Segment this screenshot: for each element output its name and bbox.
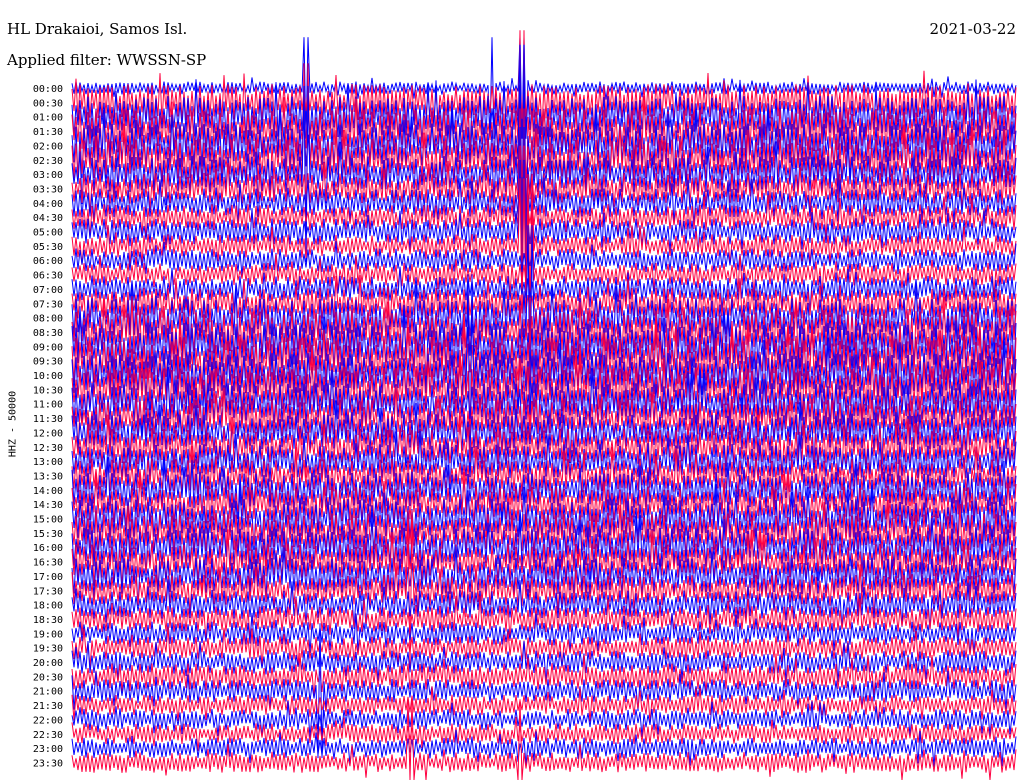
time-label: 08:30 (33, 328, 63, 339)
time-label: 15:30 (33, 529, 63, 540)
time-label: 18:00 (33, 601, 63, 612)
time-label: 01:30 (33, 127, 63, 138)
time-label: 07:00 (33, 285, 63, 296)
time-label: 15:00 (33, 515, 63, 526)
time-label: 18:30 (33, 615, 63, 626)
time-label: 14:00 (33, 486, 63, 497)
time-label: 00:00 (33, 84, 63, 95)
time-label: 06:00 (33, 256, 63, 267)
time-label: 23:00 (33, 744, 63, 755)
time-label: 12:00 (33, 428, 63, 439)
time-label: 02:00 (33, 141, 63, 152)
time-label: 13:30 (33, 471, 63, 482)
time-label: 14:30 (33, 500, 63, 511)
time-label: 16:00 (33, 543, 63, 554)
time-label: 23:30 (33, 758, 63, 769)
time-label: 19:30 (33, 644, 63, 655)
time-label: 10:30 (33, 385, 63, 396)
time-label: 20:00 (33, 658, 63, 669)
time-label: 09:00 (33, 342, 63, 353)
trace-layer (71, 30, 1017, 780)
time-label: 05:00 (33, 228, 63, 239)
time-label: 07:30 (33, 299, 63, 310)
time-label: 20:30 (33, 672, 63, 683)
time-label: 09:30 (33, 357, 63, 368)
helicorder-plot: 00:00 00:30 01:00 01:30 02:00 02:30 03:00 03:30… (33, 30, 1017, 780)
time-label: 16:30 (33, 558, 63, 569)
time-label: 17:30 (33, 586, 63, 597)
time-label: 17:00 (33, 572, 63, 583)
time-label: 19:00 (33, 629, 63, 640)
time-label: 04:00 (33, 199, 63, 210)
time-label: 03:00 (33, 170, 63, 181)
time-label: 06:30 (33, 271, 63, 282)
time-label: 08:00 (33, 314, 63, 325)
time-label: 13:00 (33, 457, 63, 468)
time-label-layer: 00:00 00:30 01:00 01:30 02:00 02:30 03:00 03:30… (33, 84, 63, 769)
time-label: 22:30 (33, 730, 63, 741)
time-label: 11:30 (33, 414, 63, 425)
trace-line-2000 (71, 640, 1017, 684)
time-label: 12:30 (33, 443, 63, 454)
time-label: 11:00 (33, 400, 63, 411)
time-label: 04:30 (33, 213, 63, 224)
time-label: 10:00 (33, 371, 63, 382)
time-label: 21:30 (33, 701, 63, 712)
trace-line-1930 (71, 626, 1017, 669)
time-label: 05:30 (33, 242, 63, 253)
time-label: 21:00 (33, 687, 63, 698)
time-label: 00:30 (33, 98, 63, 109)
time-label: 02:30 (33, 156, 63, 167)
time-label: 01:00 (33, 113, 63, 124)
time-label: 03:30 (33, 184, 63, 195)
time-label: 22:00 (33, 715, 63, 726)
